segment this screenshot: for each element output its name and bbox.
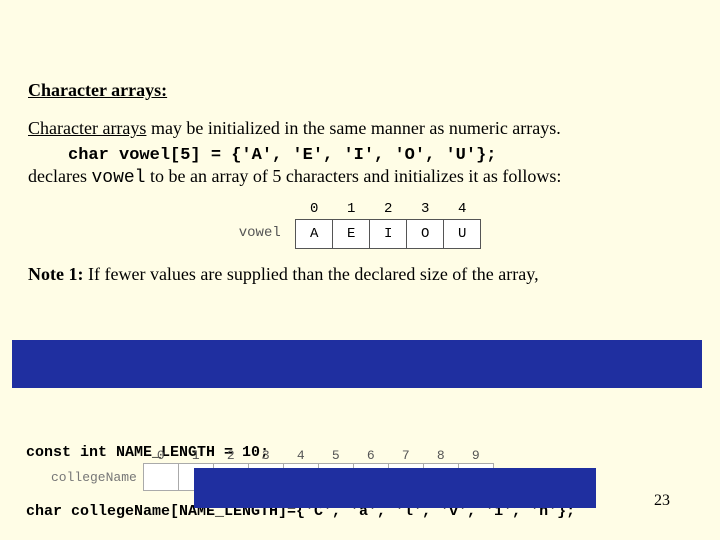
code-vowel-decl: char vowel[5] = {'A', 'E', 'I', 'O', 'U'…: [68, 146, 692, 165]
college-idx-cell: 7: [388, 448, 423, 464]
decl-suffix: to be an array of 5 characters and initi…: [145, 166, 561, 186]
decl-prefix: declares: [28, 166, 91, 186]
decl-vowel-token: vowel: [91, 168, 145, 188]
vowel-idx-cell: 1: [333, 201, 370, 220]
vowel-index-row: 0 1 2 3 4: [296, 201, 481, 220]
college-idx-cell: 6: [353, 448, 388, 464]
college-array-label: collegeName: [50, 464, 143, 491]
redaction-bar-2: [194, 468, 596, 508]
intro-line: Character arrays may be initialized in t…: [28, 117, 692, 140]
note1-text: If fewer values are supplied than the de…: [88, 264, 539, 284]
decl-line: declares vowel to be an array of 5 chara…: [28, 165, 692, 190]
vowel-value-row: A E I O U: [296, 219, 481, 248]
college-idx-cell: 3: [248, 448, 283, 464]
vowel-idx-cell: 0: [296, 201, 333, 220]
college-idx-cell: 2: [213, 448, 248, 464]
vowel-idx-cell: 2: [370, 201, 407, 220]
college-idx-cell: 1: [178, 448, 213, 464]
note1: Note 1: If fewer values are supplied tha…: [28, 263, 692, 286]
vowel-array-label: vowel: [239, 225, 281, 241]
intro-underline: Character arrays: [28, 118, 146, 138]
vowel-cell: U: [444, 219, 481, 248]
college-idx-cell: 4: [283, 448, 318, 464]
vowel-idx-cell: 4: [444, 201, 481, 220]
vowel-idx-cell: 3: [407, 201, 444, 220]
note1-label: Note 1:: [28, 264, 88, 284]
college-idx-cell: 9: [458, 448, 493, 464]
vowel-cell: E: [333, 219, 370, 248]
section-heading: Character arrays:: [28, 80, 692, 101]
vowel-cell: O: [407, 219, 444, 248]
vowel-diagram: vowel 0 1 2 3 4 A E I O U: [28, 201, 692, 249]
college-cell: [143, 464, 178, 491]
college-idx-cell: 0: [143, 448, 178, 464]
page-number: 23: [654, 492, 670, 510]
redaction-bar-1: [12, 340, 702, 388]
vowel-cell: I: [370, 219, 407, 248]
college-idx-cell: 5: [318, 448, 353, 464]
vowel-cell: A: [296, 219, 333, 248]
college-index-row: 0 1 2 3 4 5 6 7 8 9: [50, 448, 493, 464]
college-idx-cell: 8: [423, 448, 458, 464]
intro-rest: may be initialized in the same manner as…: [146, 118, 560, 138]
